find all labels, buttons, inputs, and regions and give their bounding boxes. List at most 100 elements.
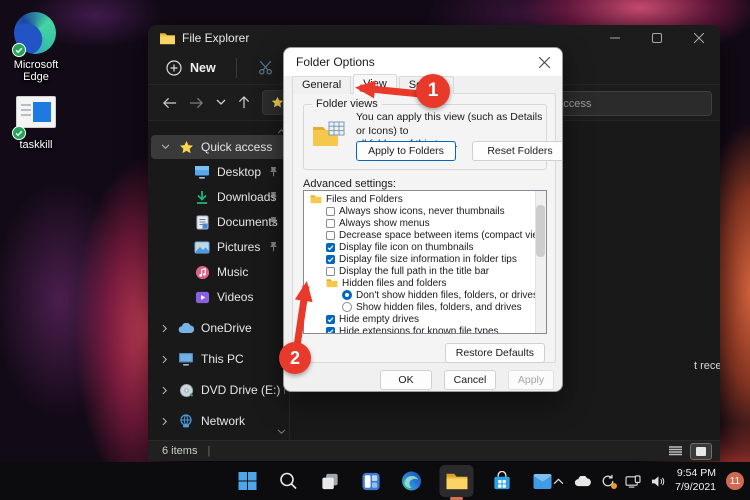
notification-badge[interactable]: 11 xyxy=(726,472,744,490)
tab-view[interactable]: View xyxy=(353,74,397,94)
sidebar-item-this-pc[interactable]: This PC xyxy=(151,347,285,371)
desktop-icon xyxy=(194,164,210,180)
taskbar-edge-icon[interactable] xyxy=(399,468,425,494)
desktop-icon-label: taskkill xyxy=(19,139,53,151)
sidebar-item-pictures[interactable]: Pictures xyxy=(151,235,285,259)
screen: Microsoft Edge taskkill File Explorer Ne… xyxy=(0,0,750,500)
checkbox-unchecked[interactable] xyxy=(326,230,335,240)
apply-to-folders-button[interactable]: Apply to Folders xyxy=(356,141,456,161)
checkbox-checked[interactable] xyxy=(326,314,335,324)
ok-button[interactable]: OK xyxy=(380,370,432,390)
advanced-settings-label: Advanced settings: xyxy=(303,178,396,190)
apply-button[interactable]: Apply xyxy=(508,370,554,390)
checkbox-unchecked[interactable] xyxy=(326,206,335,216)
maximize-button[interactable] xyxy=(636,25,678,51)
large-icons-view-button[interactable] xyxy=(690,443,712,460)
sidebar-item-network[interactable]: Network xyxy=(151,409,285,433)
taskbar-clock[interactable]: 9:54 PM 7/9/2021 xyxy=(675,467,716,494)
advanced-setting-label: Hide empty drives xyxy=(339,313,420,325)
advanced-setting-row[interactable]: Show hidden files, folders, and drives xyxy=(304,301,546,313)
dvd-icon xyxy=(178,382,194,398)
advanced-setting-row[interactable]: Hidden files and folders xyxy=(304,277,546,289)
new-button-label: New xyxy=(190,60,216,75)
new-button[interactable]: New xyxy=(166,59,216,76)
music-icon xyxy=(194,264,210,280)
advanced-setting-row[interactable]: Hide empty drives xyxy=(304,313,546,325)
item-count: 6 items xyxy=(162,445,198,457)
forward-icon[interactable] xyxy=(189,97,204,109)
chevron-right-icon[interactable] xyxy=(159,417,171,426)
restore-defaults-button[interactable]: Restore Defaults xyxy=(444,343,545,363)
sidebar-item-downloads[interactable]: Downloads xyxy=(151,185,285,209)
chevron-down-icon[interactable] xyxy=(159,144,171,150)
advanced-settings-list[interactable]: Files and Folders Always show icons, neve… xyxy=(303,190,547,334)
advanced-setting-row[interactable]: Display file icon on thumbnails xyxy=(304,241,546,253)
sidebar-item-music[interactable]: Music xyxy=(151,260,285,284)
minimize-button[interactable] xyxy=(594,25,636,51)
sidebar-item-dvd-drive[interactable]: DVD Drive (E:) ESD-IS xyxy=(151,378,285,402)
sync-update-icon[interactable] xyxy=(601,474,618,489)
advanced-setting-row[interactable]: Display file size information in folder … xyxy=(304,253,546,265)
radio-unselected[interactable] xyxy=(342,302,352,312)
sidebar-item-label: OneDrive xyxy=(201,321,252,335)
display-icon[interactable] xyxy=(625,474,641,488)
checkbox-checked[interactable] xyxy=(326,242,335,252)
advanced-setting-label: Always show menus xyxy=(339,217,430,229)
details-view-button[interactable] xyxy=(664,443,686,460)
advanced-setting-row[interactable]: Always show menus xyxy=(304,217,546,229)
sidebar-item-onedrive[interactable]: OneDrive xyxy=(151,316,285,340)
advanced-setting-row[interactable]: Decrease space between items (compact vi… xyxy=(304,229,546,241)
reset-folders-button[interactable]: Reset Folders xyxy=(472,141,562,161)
videos-icon xyxy=(194,289,210,305)
scroll-down-icon[interactable] xyxy=(277,424,286,438)
dialog-titlebar[interactable]: Folder Options xyxy=(284,48,562,76)
chevron-right-icon[interactable] xyxy=(159,386,171,395)
folder-icon xyxy=(326,278,338,288)
sidebar-item-quick-access[interactable]: Quick access xyxy=(151,135,285,159)
chevron-right-icon[interactable] xyxy=(159,355,171,364)
advanced-setting-row[interactable]: Don't show hidden files, folders, or dri… xyxy=(304,289,546,301)
scrollbar-thumb[interactable] xyxy=(536,205,545,257)
radio-selected[interactable] xyxy=(342,290,352,300)
tray-chevron-up-icon[interactable] xyxy=(553,477,564,485)
advanced-setting-row[interactable]: Always show icons, never thumbnails xyxy=(304,205,546,217)
taskbar-mail-icon[interactable] xyxy=(530,468,556,494)
folder-icon xyxy=(160,32,175,44)
checkbox-unchecked[interactable] xyxy=(326,266,335,276)
close-button[interactable] xyxy=(678,25,720,51)
checkbox-checked[interactable] xyxy=(326,326,335,333)
up-icon[interactable] xyxy=(238,96,250,109)
clock-time: 9:54 PM xyxy=(676,467,716,480)
dialog-close-icon[interactable] xyxy=(536,54,552,70)
scrollbar[interactable] xyxy=(535,191,546,333)
advanced-setting-label: Files and Folders xyxy=(326,193,403,205)
desktop-icon-taskkill[interactable]: taskkill xyxy=(0,92,72,151)
checkbox-checked[interactable] xyxy=(326,254,335,264)
recent-locations-icon[interactable] xyxy=(216,99,226,106)
taskbar-task-view-icon[interactable] xyxy=(317,468,343,494)
taskbar-start-icon[interactable] xyxy=(235,468,261,494)
checkbox-unchecked[interactable] xyxy=(326,218,335,228)
dialog-title: Folder Options xyxy=(296,55,375,69)
cut-icon[interactable] xyxy=(257,59,274,76)
sidebar-item-videos[interactable]: Videos xyxy=(151,285,285,309)
desktop-icon-edge[interactable]: Microsoft Edge xyxy=(0,12,72,83)
advanced-setting-row[interactable]: Hide extensions for known file types xyxy=(304,325,546,333)
advanced-setting-row[interactable]: Display the full path in the title bar xyxy=(304,265,546,277)
taskbar-store-icon[interactable] xyxy=(489,468,515,494)
taskbar-widgets-icon[interactable] xyxy=(358,468,384,494)
empty-folder-hint: t recent ones here. xyxy=(694,360,720,372)
tab-general[interactable]: General xyxy=(292,76,352,94)
onedrive-cloud-icon[interactable] xyxy=(574,475,592,487)
speaker-icon[interactable] xyxy=(651,475,665,488)
back-icon[interactable] xyxy=(162,97,177,109)
advanced-setting-row[interactable]: Files and Folders xyxy=(304,193,546,205)
taskbar-search-icon[interactable] xyxy=(276,468,302,494)
explorer-statusbar: 6 items | xyxy=(148,440,720,461)
taskbar-file-explorer-icon[interactable] xyxy=(439,465,474,500)
chevron-right-icon[interactable] xyxy=(159,324,171,333)
taskbar: 9:54 PM 7/9/2021 11 xyxy=(0,462,750,500)
cancel-button[interactable]: Cancel xyxy=(444,370,496,390)
sidebar-item-desktop[interactable]: Desktop xyxy=(151,160,285,184)
sidebar-item-documents[interactable]: Documents xyxy=(151,210,285,234)
